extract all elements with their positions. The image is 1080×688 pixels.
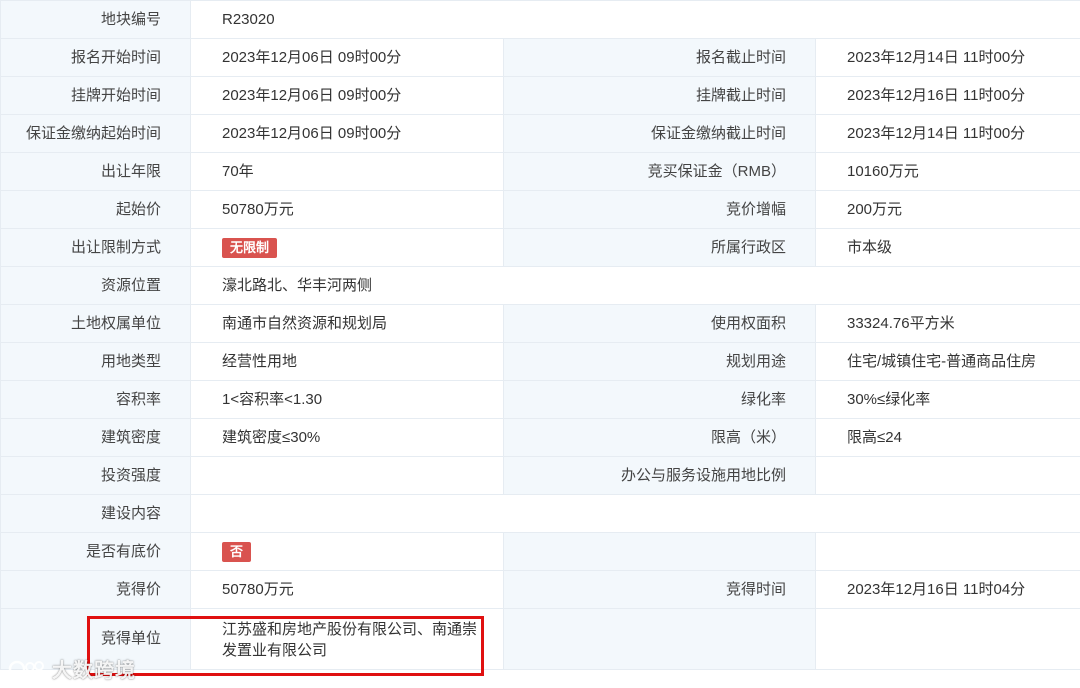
- deposit-end-value: 2023年12月14日 11时00分: [814, 114, 1080, 153]
- winning-price-label: 竞得价: [0, 570, 191, 609]
- winning-time-value: 2023年12月16日 11时04分: [814, 570, 1080, 609]
- restriction-method-label: 出让限制方式: [0, 228, 191, 267]
- table-row: 用地类型 经营性用地 规划用途 住宅/城镇住宅-普通商品住房: [0, 342, 1080, 381]
- empty-value-cell: [814, 532, 1080, 571]
- table-row: 保证金缴纳起始时间 2023年12月06日 09时00分 保证金缴纳截止时间 2…: [0, 114, 1080, 153]
- listing-end-label: 挂牌截止时间: [503, 76, 816, 115]
- table-row: 地块编号 R23020: [0, 0, 1080, 39]
- investment-intensity-label: 投资强度: [0, 456, 191, 495]
- registration-start-label: 报名开始时间: [0, 38, 191, 77]
- location-value: 濠北路北、华丰河两侧: [189, 266, 1080, 305]
- parcel-number-value: R23020: [189, 0, 1080, 39]
- deposit-start-label: 保证金缴纳起始时间: [0, 114, 191, 153]
- ownership-unit-value: 南通市自然资源和规划局: [190, 304, 504, 343]
- table-row: 竞得单位 江苏盛和房地产股份有限公司、南通崇 发置业有限公司: [0, 608, 1080, 670]
- deposit-end-label: 保证金缴纳截止时间: [503, 114, 816, 153]
- table-row: 土地权属单位 南通市自然资源和规划局 使用权面积 33324.76平方米: [0, 304, 1080, 343]
- investment-intensity-value: [190, 456, 504, 495]
- greening-rate-label: 绿化率: [503, 380, 816, 419]
- winning-unit-line1: 江苏盛和房地产股份有限公司、南通崇: [222, 621, 478, 638]
- empty-label-cell: [503, 608, 816, 670]
- winning-unit-value: 江苏盛和房地产股份有限公司、南通崇 发置业有限公司: [190, 608, 504, 670]
- table-row: 竞得价 50780万元 竞得时间 2023年12月16日 11时04分: [0, 570, 1080, 609]
- parcel-number-label: 地块编号: [0, 0, 191, 39]
- winning-time-label: 竞得时间: [503, 570, 816, 609]
- table-row: 报名开始时间 2023年12月06日 09时00分 报名截止时间 2023年12…: [0, 38, 1080, 77]
- table-row: 建设内容: [0, 494, 1080, 533]
- bid-increment-value: 200万元: [814, 190, 1080, 229]
- listing-start-label: 挂牌开始时间: [0, 76, 191, 115]
- land-parcel-info-table: 地块编号 R23020 报名开始时间 2023年12月06日 09时00分 报名…: [0, 0, 1080, 670]
- empty-value-cell: [814, 608, 1080, 670]
- winning-unit-line2: 发置业有限公司: [222, 642, 328, 659]
- listing-end-value: 2023年12月16日 11时00分: [814, 76, 1080, 115]
- greening-rate-value: 30%≤绿化率: [814, 380, 1080, 419]
- use-right-area-label: 使用权面积: [503, 304, 816, 343]
- construction-content-value: [189, 494, 1080, 533]
- table-row: 出让限制方式 无限制 所属行政区 市本级: [0, 228, 1080, 267]
- reserve-price-badge: 否: [222, 541, 252, 562]
- office-ratio-label: 办公与服务设施用地比例: [503, 456, 816, 495]
- building-density-label: 建筑密度: [0, 418, 191, 457]
- watermark-logo-icon: [8, 660, 44, 677]
- registration-start-value: 2023年12月06日 09时00分: [190, 38, 504, 77]
- height-limit-label: 限高（米）: [503, 418, 816, 457]
- table-row: 出让年限 70年 竞买保证金（RMB） 10160万元: [0, 152, 1080, 191]
- starting-price-value: 50780万元: [190, 190, 504, 229]
- table-row: 起始价 50780万元 竞价增幅 200万元: [0, 190, 1080, 229]
- table-row: 容积率 1<容积率<1.30 绿化率 30%≤绿化率: [0, 380, 1080, 419]
- starting-price-label: 起始价: [0, 190, 191, 229]
- construction-content-label: 建设内容: [0, 494, 191, 533]
- building-density-value: 建筑密度≤30%: [190, 418, 504, 457]
- restriction-method-cell: 无限制: [190, 228, 504, 267]
- bid-deposit-label: 竞买保证金（RMB）: [503, 152, 816, 191]
- winning-price-value: 50780万元: [190, 570, 504, 609]
- planned-use-label: 规划用途: [503, 342, 816, 381]
- transfer-term-label: 出让年限: [0, 152, 191, 191]
- table-row: 建筑密度 建筑密度≤30% 限高（米） 限高≤24: [0, 418, 1080, 457]
- table-row: 资源位置 濠北路北、华丰河两侧: [0, 266, 1080, 305]
- district-value: 市本级: [814, 228, 1080, 267]
- table-row: 是否有底价 否: [0, 532, 1080, 571]
- height-limit-value: 限高≤24: [814, 418, 1080, 457]
- deposit-start-value: 2023年12月06日 09时00分: [190, 114, 504, 153]
- land-type-value: 经营性用地: [190, 342, 504, 381]
- land-type-label: 用地类型: [0, 342, 191, 381]
- reserve-price-label: 是否有底价: [0, 532, 191, 571]
- registration-end-value: 2023年12月14日 11时00分: [814, 38, 1080, 77]
- restriction-badge: 无限制: [222, 237, 278, 258]
- empty-label-cell: [503, 532, 816, 571]
- listing-start-value: 2023年12月06日 09时00分: [190, 76, 504, 115]
- planned-use-value: 住宅/城镇住宅-普通商品住房: [814, 342, 1080, 381]
- table-row: 挂牌开始时间 2023年12月06日 09时00分 挂牌截止时间 2023年12…: [0, 76, 1080, 115]
- transfer-term-value: 70年: [190, 152, 504, 191]
- location-label: 资源位置: [0, 266, 191, 305]
- reserve-price-cell: 否: [190, 532, 504, 571]
- district-label: 所属行政区: [503, 228, 816, 267]
- ownership-unit-label: 土地权属单位: [0, 304, 191, 343]
- use-right-area-value: 33324.76平方米: [814, 304, 1080, 343]
- bid-deposit-value: 10160万元: [814, 152, 1080, 191]
- watermark: 大数跨境: [8, 654, 136, 683]
- office-ratio-value: [814, 456, 1080, 495]
- bid-increment-label: 竞价增幅: [503, 190, 816, 229]
- watermark-text: 大数跨境: [52, 660, 136, 682]
- registration-end-label: 报名截止时间: [503, 38, 816, 77]
- plot-ratio-label: 容积率: [0, 380, 191, 419]
- table-row: 投资强度 办公与服务设施用地比例: [0, 456, 1080, 495]
- plot-ratio-value: 1<容积率<1.30: [190, 380, 504, 419]
